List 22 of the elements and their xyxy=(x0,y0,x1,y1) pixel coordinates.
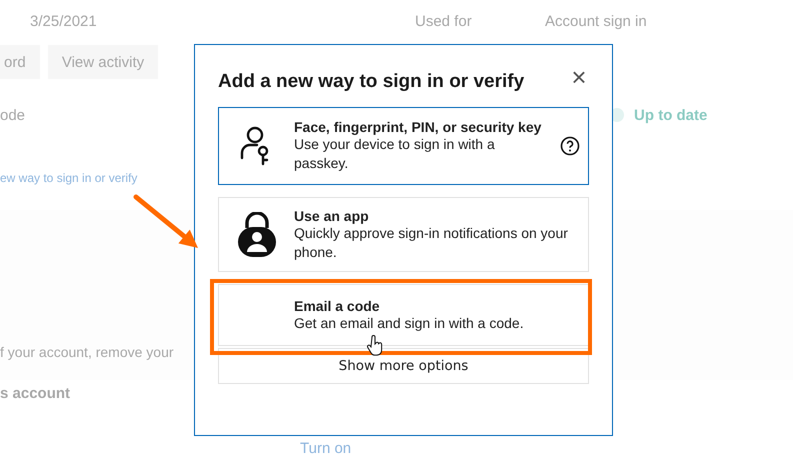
section-title: s account xyxy=(0,385,72,402)
field-label: Used for xyxy=(415,13,473,32)
help-icon[interactable] xyxy=(560,136,580,156)
pointer-arrow xyxy=(133,194,200,250)
option-description: Use your device to sign in with a passkey. xyxy=(294,135,496,173)
date-text: 3/25/2021 xyxy=(29,13,98,32)
option-description: Get an email and sign in with a code. xyxy=(294,314,524,332)
close-button[interactable]: × xyxy=(569,67,589,87)
lock-person-icon xyxy=(236,212,276,258)
description-text: f your account, remove your xyxy=(0,344,174,360)
field-value: Account sign in xyxy=(545,13,647,32)
method-label: ode xyxy=(0,106,26,124)
option-title: Email a code xyxy=(294,298,381,314)
option-title: Use an app xyxy=(294,208,370,224)
status-text: Up to date xyxy=(634,106,708,124)
method-option[interactable]: Use an app Quickly approve sign-in notifications on your phone. xyxy=(218,197,589,272)
method-option[interactable]: Face, fingerprint, PIN, or security key Use your device to sign in with a passkey. xyxy=(218,107,589,185)
hand-cursor-icon xyxy=(367,335,383,357)
dialog-title: Add a new way to sign in or verify xyxy=(218,71,524,93)
option-title: Face, fingerprint, PIN, or security key xyxy=(294,119,542,135)
method-option[interactable]: Email a code Get an email and sign in with a code. xyxy=(218,284,589,346)
option-description: Quickly approve sign-in notifications on your phone. xyxy=(294,224,569,262)
